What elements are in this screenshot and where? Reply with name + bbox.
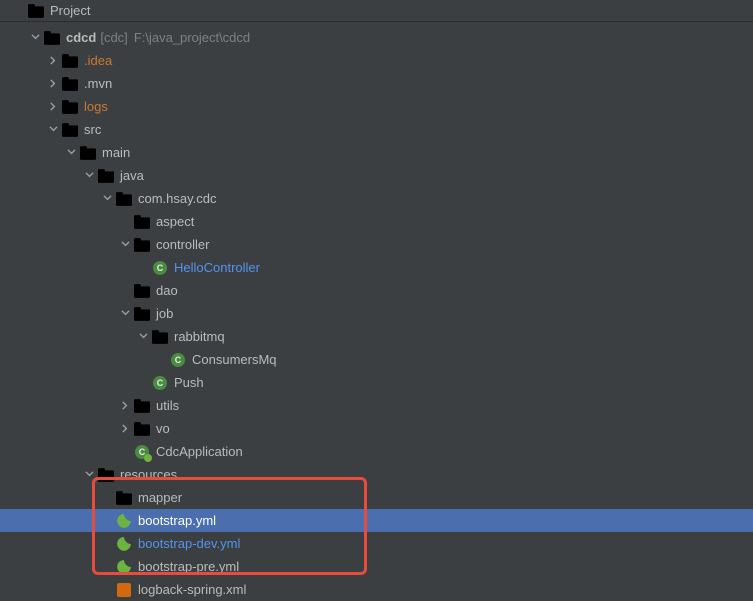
tree-item-logs[interactable]: logs xyxy=(0,95,753,118)
tree-item-controller[interactable]: controller xyxy=(0,233,753,256)
tree-module-root[interactable]: cdcd [cdc] F:\java_project\cdcd xyxy=(0,26,753,49)
tree-label: bootstrap.yml xyxy=(138,513,216,528)
package-icon xyxy=(134,421,150,437)
expand-arrow-icon[interactable] xyxy=(64,146,78,160)
tree-item-job[interactable]: job xyxy=(0,302,753,325)
tree-item-rabbitmq[interactable]: rabbitmq xyxy=(0,325,753,348)
tree-label: CdcApplication xyxy=(156,444,243,459)
tree-label: logback-spring.xml xyxy=(138,582,246,597)
package-icon xyxy=(152,329,168,345)
expand-arrow-icon[interactable] xyxy=(118,238,132,252)
panel-header: Project xyxy=(0,0,753,22)
class-icon: C xyxy=(152,260,168,276)
tree-label: resources xyxy=(120,467,177,482)
class-icon: C xyxy=(152,375,168,391)
collapse-arrow-icon[interactable] xyxy=(46,77,60,91)
tree-label: bootstrap-pre.yml xyxy=(138,559,239,574)
tree-item-aspect[interactable]: aspect xyxy=(0,210,753,233)
tree-label: main xyxy=(102,145,130,160)
tree-item-bootstrap-dev-yml[interactable]: bootstrap-dev.yml xyxy=(0,532,753,555)
collapse-arrow-icon[interactable] xyxy=(118,422,132,436)
tree-label: .idea xyxy=(84,53,112,68)
panel-title: Project xyxy=(50,3,90,18)
spring-leaf-icon xyxy=(116,559,132,575)
tree-item-consumers-mq[interactable]: C ConsumersMq xyxy=(0,348,753,371)
tree-label: .mvn xyxy=(84,76,112,91)
collapse-arrow-icon[interactable] xyxy=(46,54,60,68)
expand-arrow-icon[interactable] xyxy=(118,307,132,321)
tree-label: ConsumersMq xyxy=(192,352,277,367)
source-folder-icon xyxy=(98,168,114,184)
tree-item-cdc-application[interactable]: C CdcApplication xyxy=(0,440,753,463)
module-bracket: [cdc] xyxy=(100,30,127,45)
expand-arrow-icon[interactable] xyxy=(46,123,60,137)
package-icon xyxy=(134,306,150,322)
tree-label: job xyxy=(156,306,173,321)
project-tree[interactable]: cdcd [cdc] F:\java_project\cdcd .idea .m… xyxy=(0,22,753,601)
folder-icon xyxy=(62,76,78,92)
module-path: F:\java_project\cdcd xyxy=(134,30,250,45)
package-icon xyxy=(116,191,132,207)
package-icon xyxy=(134,237,150,253)
folder-icon xyxy=(62,122,78,138)
tree-item-idea[interactable]: .idea xyxy=(0,49,753,72)
tree-item-push[interactable]: C Push xyxy=(0,371,753,394)
collapse-arrow-icon[interactable] xyxy=(118,399,132,413)
tree-item-bootstrap-yml[interactable]: bootstrap.yml xyxy=(0,509,753,532)
tree-label: bootstrap-dev.yml xyxy=(138,536,240,551)
tree-label: aspect xyxy=(156,214,194,229)
tree-item-main[interactable]: main xyxy=(0,141,753,164)
expand-arrow-icon[interactable] xyxy=(82,468,96,482)
tree-label: logs xyxy=(84,99,108,114)
folder-icon xyxy=(80,145,96,161)
tree-label: java xyxy=(120,168,144,183)
tree-label: vo xyxy=(156,421,170,436)
tree-item-java[interactable]: java xyxy=(0,164,753,187)
tree-item-mapper[interactable]: mapper xyxy=(0,486,753,509)
folder-icon xyxy=(62,99,78,115)
tree-item-mvn[interactable]: .mvn xyxy=(0,72,753,95)
tree-item-dao[interactable]: dao xyxy=(0,279,753,302)
tree-label: dao xyxy=(156,283,178,298)
package-icon xyxy=(134,214,150,230)
spring-leaf-icon xyxy=(116,513,132,529)
tree-label: com.hsay.cdc xyxy=(138,191,217,206)
tree-item-package[interactable]: com.hsay.cdc xyxy=(0,187,753,210)
tree-item-vo[interactable]: vo xyxy=(0,417,753,440)
expand-arrow-icon[interactable] xyxy=(82,169,96,183)
tree-label: mapper xyxy=(138,490,182,505)
tree-label: Push xyxy=(174,375,204,390)
module-folder-icon xyxy=(44,30,60,46)
resources-folder-icon xyxy=(98,467,114,483)
package-icon xyxy=(134,398,150,414)
tree-item-logback-xml[interactable]: logback-spring.xml xyxy=(0,578,753,601)
folder-icon xyxy=(62,53,78,69)
collapse-arrow-icon[interactable] xyxy=(46,100,60,114)
tree-label: controller xyxy=(156,237,209,252)
expand-arrow-icon[interactable] xyxy=(28,31,42,45)
class-icon: C xyxy=(170,352,186,368)
xml-file-icon xyxy=(116,582,132,598)
tree-label: utils xyxy=(156,398,179,413)
expand-arrow-icon[interactable] xyxy=(136,330,150,344)
tree-label: src xyxy=(84,122,101,137)
project-icon xyxy=(28,3,44,19)
spring-leaf-icon xyxy=(116,536,132,552)
tree-item-src[interactable]: src xyxy=(0,118,753,141)
tree-item-hello-controller[interactable]: C HelloController xyxy=(0,256,753,279)
spring-boot-class-icon: C xyxy=(134,444,150,460)
tree-item-resources[interactable]: resources xyxy=(0,463,753,486)
expand-arrow-icon[interactable] xyxy=(100,192,114,206)
tree-label: HelloController xyxy=(174,260,260,275)
tree-item-utils[interactable]: utils xyxy=(0,394,753,417)
package-icon xyxy=(134,283,150,299)
folder-icon xyxy=(116,490,132,506)
tree-item-bootstrap-pre-yml[interactable]: bootstrap-pre.yml xyxy=(0,555,753,578)
module-name: cdcd xyxy=(66,30,96,45)
tree-label: rabbitmq xyxy=(174,329,225,344)
